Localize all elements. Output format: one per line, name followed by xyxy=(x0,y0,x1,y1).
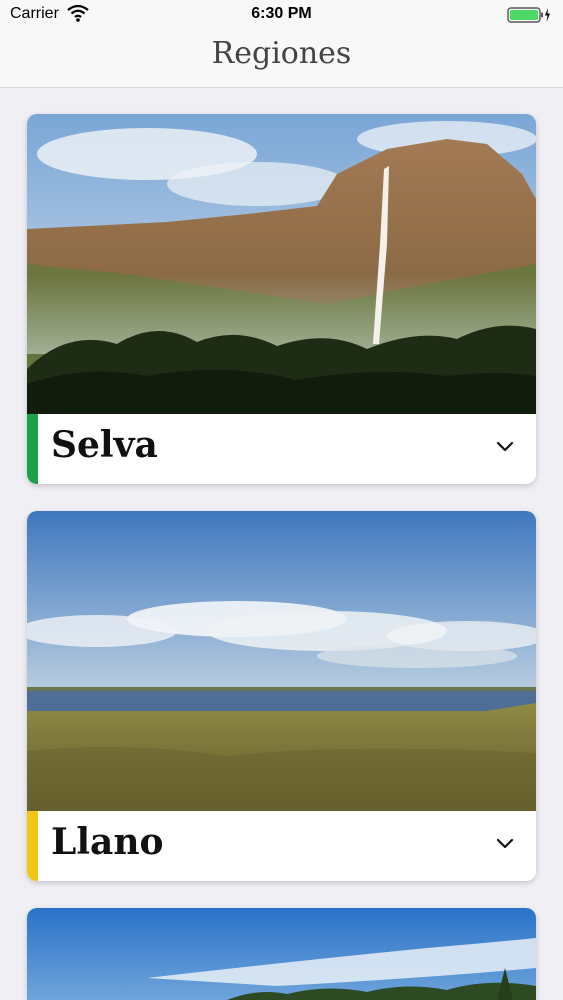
region-card-3[interactable] xyxy=(27,908,536,1000)
region-card-llano[interactable]: Llano xyxy=(27,511,536,881)
region-photo-llano xyxy=(27,511,536,811)
clock-label: 6:30 PM xyxy=(251,5,312,22)
region-accent-bar xyxy=(27,811,38,881)
region-footer-llano: Llano xyxy=(27,811,536,881)
page-title: Regiones xyxy=(211,36,352,71)
region-photo-selva xyxy=(27,114,536,414)
region-card-selva[interactable]: Selva xyxy=(27,114,536,484)
chevron-down-icon[interactable] xyxy=(496,837,514,855)
region-footer-selva: Selva xyxy=(27,414,536,484)
region-photo-3 xyxy=(27,908,536,1000)
region-name: Selva xyxy=(51,424,158,466)
region-accent-bar xyxy=(27,414,38,484)
status-bar: Carrier 6:30 PM xyxy=(0,0,563,30)
chevron-down-icon[interactable] xyxy=(496,440,514,458)
region-name: Llano xyxy=(51,821,164,863)
battery-icon xyxy=(507,6,551,29)
navigation-bar: Regiones xyxy=(0,30,563,88)
